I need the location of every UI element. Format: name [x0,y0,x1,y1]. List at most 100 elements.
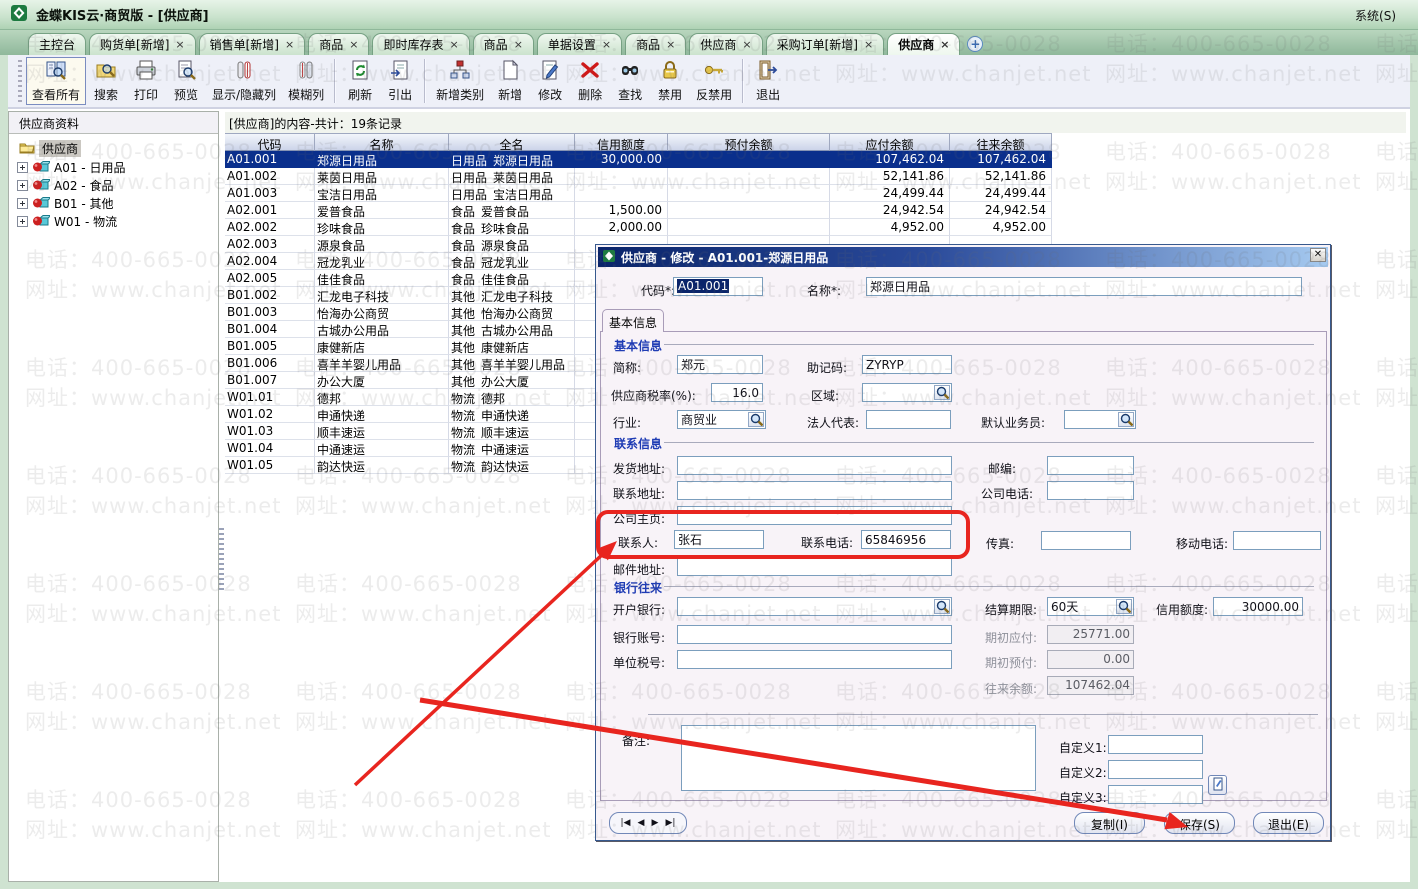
new-tab-button[interactable]: + [967,36,983,52]
table-row-selected[interactable]: A01.001郑源日用品日用品_郑源日用品30,000.00107,462.04… [225,151,1052,168]
tab-7[interactable]: 单据设置× [537,33,622,55]
column-header-balance[interactable]: 往来余额 [950,133,1052,151]
settle-period-field[interactable]: 60天 [1047,597,1134,616]
company-phone-field[interactable] [1047,481,1134,500]
edit-button[interactable]: 修改 [530,57,570,105]
region-field[interactable] [862,383,952,402]
column-header-payable[interactable]: 应付余额 [830,133,950,151]
table-row[interactable]: A02.001爱普食品食品_爱普食品1,500.0024,942.5424,94… [225,202,1052,219]
homepage-field[interactable] [677,506,952,525]
attachment-button[interactable] [1208,775,1227,795]
legal-person-field[interactable] [866,410,951,429]
table-row[interactable]: A02.002珍味食品食品_珍味食品2,000.004,952.004,952.… [225,219,1052,236]
tab-3[interactable]: 销售单[新增]× [199,33,306,55]
fuzzy-columns-button[interactable]: 模糊列 [282,57,330,105]
tab-close-icon[interactable]: × [940,39,949,50]
tree-item-1[interactable]: A01 - 日用品 [17,160,218,175]
system-menu[interactable]: 系统(S) [1355,7,1396,24]
tree-item-4[interactable]: W01 - 物流 [17,214,218,229]
zip-field[interactable] [1047,456,1134,475]
industry-lookup-icon[interactable] [748,412,764,427]
default-salesman-lookup-icon[interactable] [1118,412,1134,427]
contact-person-field[interactable] [674,530,764,549]
record-navigator[interactable]: |◀ ◀ ▶ ▶| [609,812,687,834]
mobile-field[interactable] [1233,531,1321,550]
code-field[interactable]: A01.001 [673,277,763,296]
refresh-button[interactable]: 刷新 [340,57,380,105]
last-record-icon[interactable]: ▶| [665,818,675,828]
search-button[interactable]: 搜索 [86,57,126,105]
tab-close-icon[interactable]: × [864,39,873,50]
toolbar-drag-handle[interactable] [18,60,22,102]
tab-4[interactable]: 商品× [308,33,369,55]
tab-close-icon[interactable]: × [514,39,523,50]
email-field[interactable] [677,557,952,576]
tab-9[interactable]: 供应商× [689,33,762,55]
tax-rate-field[interactable] [711,383,763,402]
tab-2[interactable]: 购货单[新增]× [89,33,196,55]
tab-8[interactable]: 商品× [625,33,686,55]
column-header-name[interactable]: 名称 [315,133,449,151]
region-lookup-icon[interactable] [934,385,950,400]
column-header-fullname[interactable]: 全名 [449,133,575,151]
dialog-title-bar[interactable]: 供应商 - 修改 - A01.001-郑源日用品 [598,247,1328,267]
table-row[interactable]: A01.002莱茵日用品日用品_莱茵日用品52,141.8652,141.86 [225,168,1052,185]
short-name-field[interactable] [677,355,763,374]
bank-lookup-icon[interactable] [934,599,950,614]
tab-close-icon[interactable]: × [285,39,294,50]
tab-close-icon[interactable]: × [602,39,611,50]
tab-close-icon[interactable]: × [742,39,751,50]
expand-icon[interactable] [17,216,28,227]
new-category-button[interactable]: 新增类别 [430,57,490,105]
tab-11-active[interactable]: 供应商× [887,33,960,55]
show-hide-columns-button[interactable]: 显示/隐藏列 [206,57,282,105]
panel-splitter[interactable] [219,528,224,590]
view-all-button[interactable]: 查看所有 [26,57,86,105]
copy-button[interactable]: 复制(I) [1074,812,1145,834]
contact-address-field[interactable] [677,481,952,500]
tab-close-icon[interactable]: × [449,39,458,50]
print-button[interactable]: 打印 [126,57,166,105]
exit-button[interactable]: 退出 [748,57,788,105]
next-record-icon[interactable]: ▶ [652,818,659,828]
mnemonic-field[interactable] [862,355,952,374]
table-row[interactable]: A01.003宝洁日用品日用品_宝洁日用品24,499.4424,499.44 [225,185,1052,202]
tree-item-3[interactable]: B01 - 其他 [17,196,218,211]
new-button[interactable]: 新增 [490,57,530,105]
delete-button[interactable]: 删除 [570,57,610,105]
tree-root-supplier[interactable]: 供应商 [19,140,218,157]
tab-6[interactable]: 商品× [473,33,534,55]
default-salesman-field[interactable] [1064,410,1136,429]
tab-close-icon[interactable]: × [666,39,675,50]
tax-no-field[interactable] [677,650,952,669]
custom3-field[interactable] [1108,785,1203,804]
expand-icon[interactable] [17,162,28,173]
settle-period-lookup-icon[interactable] [1116,599,1132,614]
key-button[interactable]: 反禁用 [690,57,738,105]
tab-basic-info[interactable]: 基本信息 [602,309,664,332]
custom1-field[interactable] [1108,735,1203,754]
bank-field[interactable] [677,597,952,616]
lock-button[interactable]: 禁用 [650,57,690,105]
exit-button[interactable]: 退出(E) [1253,812,1324,834]
tree-item-2[interactable]: A02 - 食品 [17,178,218,193]
first-record-icon[interactable]: |◀ [621,818,631,828]
fax-field[interactable] [1041,531,1131,550]
column-header-code[interactable]: 代码 [225,133,315,151]
bank-account-field[interactable] [677,625,952,644]
remark-field[interactable] [681,725,1036,791]
column-header-prepaid[interactable]: 预付余额 [668,133,830,151]
tab-10[interactable]: 采购订单[新增]× [766,33,885,55]
find-button[interactable]: 查找 [610,57,650,105]
tab-1[interactable]: 主控台 [28,33,86,55]
tab-close-icon[interactable]: × [349,39,358,50]
ship-address-field[interactable] [677,456,952,475]
expand-icon[interactable] [17,198,28,209]
name-field[interactable] [866,277,1302,296]
column-header-credit[interactable]: 信用额度 [575,133,668,151]
credit-limit-field[interactable] [1213,597,1303,616]
export-button[interactable]: 引出 [380,57,420,105]
expand-icon[interactable] [17,180,28,191]
industry-field[interactable]: 商贸业 [677,410,766,429]
save-button[interactable]: 保存(S) [1164,812,1235,834]
